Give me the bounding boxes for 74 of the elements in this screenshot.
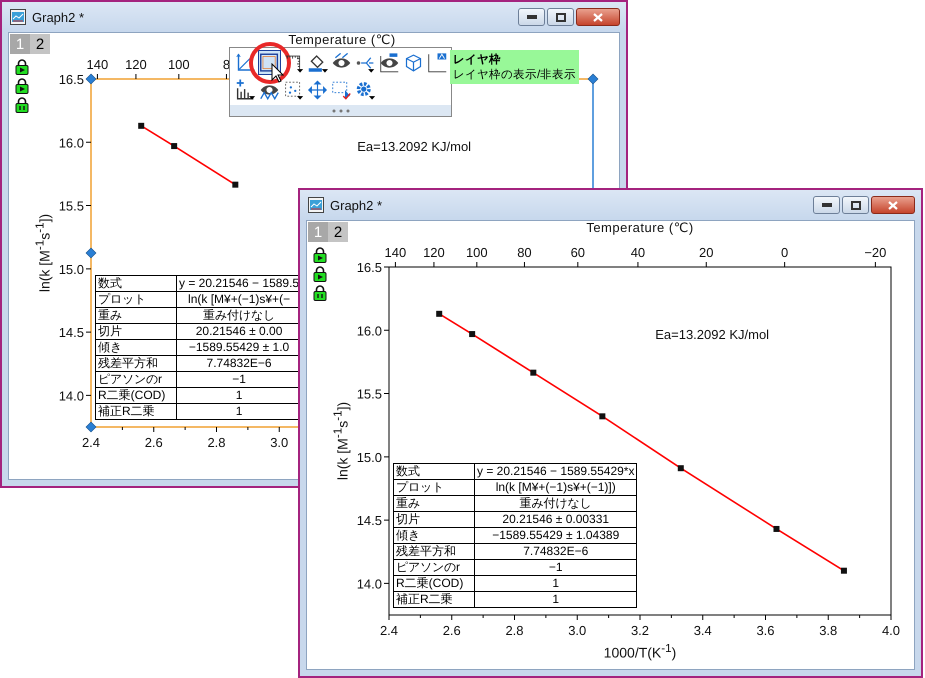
table-cell: 補正R二乗: [96, 404, 176, 420]
tick-label: 14.5: [356, 513, 382, 528]
tick-label: 100: [168, 57, 190, 72]
table-cell: 1: [474, 592, 637, 608]
annotation-text: Ea=13.2092 KJ/mol: [655, 327, 770, 342]
tick-label: 3.0: [568, 623, 586, 638]
tick-label: 3.2: [630, 623, 650, 638]
table-cell: 残差平方和: [96, 356, 176, 372]
tick-label: 15.0: [58, 262, 84, 277]
tick-label: 60: [570, 245, 586, 260]
table-cell: −1589.55429 ± 1.04389: [474, 528, 637, 544]
table-cell: R二乗(COD): [96, 388, 176, 404]
table-cell: 切片: [96, 324, 176, 340]
tick-label: 3.6: [756, 623, 775, 638]
tick-label: 16.0: [58, 135, 84, 150]
table-cell: 傾き: [394, 528, 474, 544]
tick-label: 15.5: [58, 198, 84, 214]
tick-label: 2.8: [505, 623, 524, 638]
tick-label: 15.5: [356, 386, 382, 402]
tick-label: 16.5: [58, 72, 84, 87]
tooltip-title: レイヤ枠: [453, 52, 502, 67]
tick-label: 14.5: [58, 325, 84, 340]
tick-label: 2.6: [442, 623, 461, 638]
table-cell: 残差平方和: [394, 544, 474, 560]
tick-label: 4.0: [882, 623, 900, 638]
table-cell: ln(k [M¥+(−1)s¥+(−1)]): [474, 480, 637, 496]
window-title: Graph2 *: [32, 10, 84, 24]
tick-label: 0: [781, 245, 788, 260]
tick-label: 3.8: [819, 623, 838, 638]
table-cell: 20.21546 ± 0.00331: [474, 512, 637, 528]
tick-label: 15.0: [356, 450, 382, 465]
table-cell: プロット: [96, 292, 176, 308]
table-cell: y = 20.21546 − 1589.55429*x: [474, 464, 637, 480]
tick-label: 16.0: [356, 323, 382, 338]
tick-label: 14.0: [58, 388, 84, 404]
tick-label: 120: [125, 57, 147, 72]
tick-label: 40: [630, 245, 646, 260]
tick-label: 16.5: [356, 260, 382, 275]
tick-label: −20: [864, 245, 886, 260]
tick-label: 2.4: [82, 435, 100, 450]
tick-label: 3.4: [694, 623, 712, 638]
annotation-text: Ea=13.2092 KJ/mol: [357, 139, 472, 154]
tick-label: 120: [423, 245, 445, 260]
table-cell: 傾き: [96, 340, 176, 356]
table-cell: −1: [474, 560, 637, 576]
tick-label: 20: [699, 245, 714, 260]
tick-label: 8: [222, 57, 230, 72]
table-cell: ピアソンのr: [96, 372, 176, 388]
tick-label: 80: [517, 245, 532, 260]
table-cell: 1: [474, 576, 637, 592]
window-title: Graph2 *: [330, 198, 382, 212]
axis-title: Temperature (℃): [586, 221, 694, 235]
table-cell: 切片: [394, 512, 474, 528]
axis-title: 1000/T(K$^{-1}$): [604, 642, 676, 661]
tick-label: 100: [466, 245, 488, 260]
axis-title: Temperature (℃): [288, 33, 396, 47]
tick-label: 140: [384, 245, 406, 260]
table-cell: 数式: [96, 276, 176, 292]
table-cell: 重み付けなし: [474, 496, 637, 512]
tick-label: 2.6: [144, 435, 163, 450]
table-cell: 重み: [96, 308, 176, 324]
tick-label: 140: [86, 57, 108, 72]
tick-label: 3.0: [270, 435, 288, 450]
tick-label: 2.4: [380, 623, 398, 638]
tooltip-text: レイヤ枠の表示/非表示: [453, 68, 576, 82]
table-cell: 重み: [394, 496, 474, 512]
table-cell: 数式: [394, 464, 474, 480]
table-cell: 補正R二乗: [394, 592, 474, 608]
tick-label: 2.8: [207, 435, 226, 450]
table-cell: R二乗(COD): [394, 576, 474, 592]
tick-label: 14.0: [356, 576, 382, 592]
table-cell: 7.74832E−6: [474, 544, 637, 560]
table-cell: プロット: [394, 480, 474, 496]
table-cell: ピアソンのr: [394, 560, 474, 576]
